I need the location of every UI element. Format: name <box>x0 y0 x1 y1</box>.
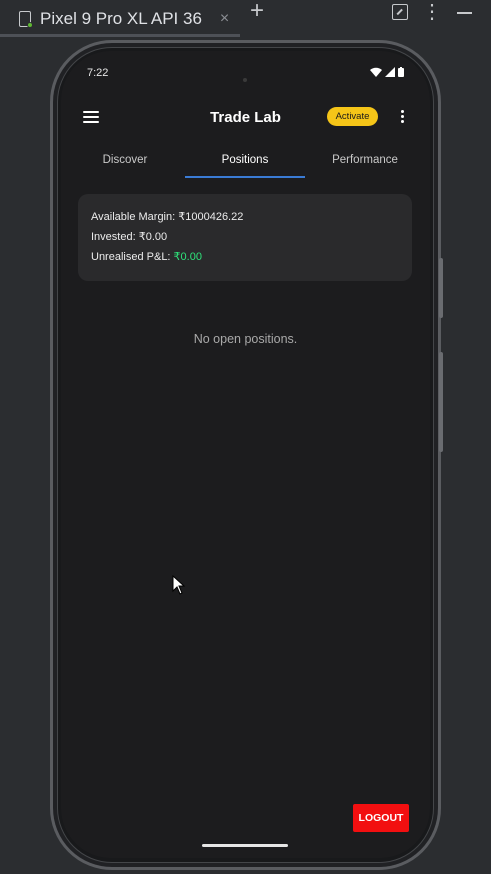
tab-positions[interactable]: Positions <box>185 143 305 179</box>
battery-icon <box>398 67 404 77</box>
unrealised-pnl-label: Unrealised P&L: <box>91 251 174 263</box>
device-tab[interactable]: Pixel 9 Pro XL API 36 × <box>0 0 240 38</box>
active-tab-underline <box>0 34 240 37</box>
phone-screen: 7:22 Trade Lab Activate Discover Positio… <box>61 51 430 858</box>
invested-label: Invested: <box>91 231 139 243</box>
more-vert-icon[interactable]: ⋮ <box>421 2 443 22</box>
mouse-cursor-icon <box>172 575 186 595</box>
device-icon <box>18 10 33 28</box>
logout-button[interactable]: LOGOUT <box>353 804 409 832</box>
emulator-tab-bar: Pixel 9 Pro XL API 36 × + ⋮ <box>0 0 491 38</box>
close-icon[interactable]: × <box>220 10 229 28</box>
invested-row: Invested: ₹0.00 <box>91 227 399 247</box>
minimize-icon[interactable] <box>454 2 476 22</box>
tab-discover[interactable]: Discover <box>65 143 185 179</box>
available-margin-label: Available Margin: <box>91 211 179 223</box>
volume-button[interactable] <box>439 352 443 452</box>
collapse-icon[interactable] <box>392 4 408 20</box>
power-button[interactable] <box>439 258 443 318</box>
add-icon[interactable]: + <box>246 0 268 24</box>
activate-button[interactable]: Activate <box>327 107 378 126</box>
available-margin-value: ₹1000426.22 <box>178 211 244 223</box>
tab-indicator <box>185 176 305 178</box>
margin-summary-card: Available Margin: ₹1000426.22 Invested: … <box>78 194 412 281</box>
status-icons <box>370 67 404 77</box>
invested-value: ₹0.00 <box>138 231 168 243</box>
status-time: 7:22 <box>87 67 109 79</box>
overflow-menu-icon[interactable] <box>401 110 405 124</box>
camera-cutout <box>243 78 247 82</box>
available-margin-row: Available Margin: ₹1000426.22 <box>91 207 399 227</box>
wifi-icon <box>370 67 382 77</box>
empty-positions-message: No open positions. <box>193 332 298 346</box>
home-indicator[interactable] <box>202 844 288 847</box>
tab-row: Discover Positions Performance <box>61 143 430 179</box>
signal-icon <box>385 67 395 77</box>
device-tab-title: Pixel 9 Pro XL API 36 <box>40 9 202 28</box>
unrealised-pnl-row: Unrealised P&L: ₹0.00 <box>91 247 399 267</box>
unrealised-pnl-value: ₹0.00 <box>173 251 202 263</box>
tab-performance[interactable]: Performance <box>305 143 425 179</box>
